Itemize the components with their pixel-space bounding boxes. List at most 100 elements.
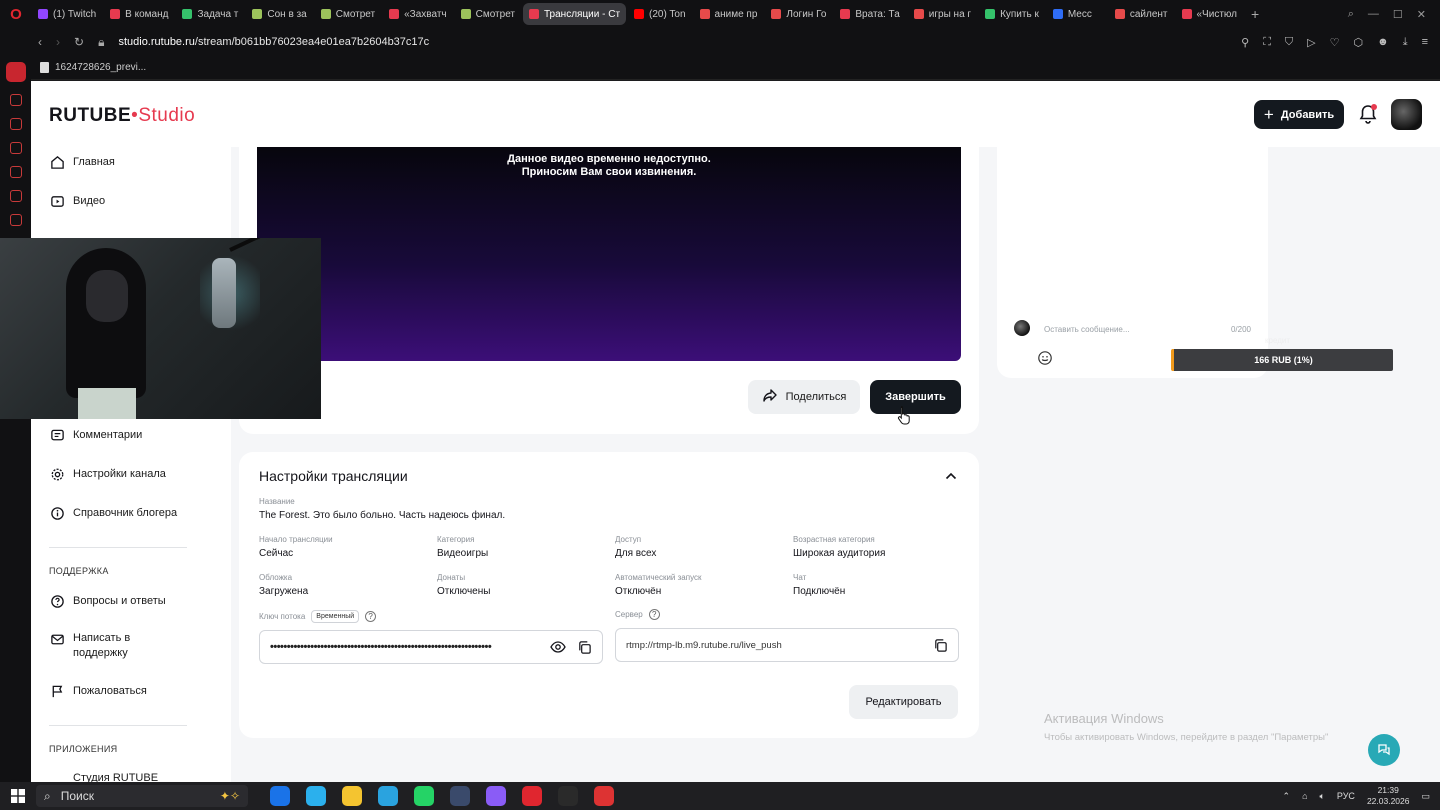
taskbar-app-icon[interactable] (450, 786, 470, 806)
tab-favicon-icon (252, 9, 263, 19)
taskbar-app-icon[interactable] (342, 786, 362, 806)
player-icon[interactable]: ▷ (1307, 36, 1315, 49)
reload-icon[interactable]: ↻ (74, 35, 84, 49)
activation-text: Чтобы активировать Windows, перейдите в … (1044, 732, 1329, 743)
sidebar-app-icon[interactable] (9, 190, 22, 202)
browser-tab[interactable]: «Захватч (383, 3, 453, 25)
back-icon[interactable]: ‹ (38, 35, 42, 49)
heart-icon[interactable]: ♡ (1330, 36, 1340, 49)
tab-favicon-icon (1114, 9, 1125, 19)
opera-logo-icon[interactable]: O (0, 0, 32, 28)
taskbar-app-icon[interactable] (270, 786, 290, 806)
sidebar-item-video[interactable]: Видео (49, 193, 105, 209)
taskbar-app-icon[interactable] (594, 786, 614, 806)
copy-icon[interactable] (932, 637, 948, 653)
sidebar-item-app-studio[interactable]: Студия RUTUBE (49, 772, 158, 782)
taskbar-app-icon[interactable] (522, 786, 542, 806)
sidebar-item-report[interactable]: Пожаловаться (49, 683, 147, 699)
bookmark-item[interactable]: 1624728626_previ... (55, 62, 146, 73)
pin-icon[interactable]: ⚲ (1241, 36, 1249, 49)
search-tabs-icon[interactable]: ⌕ (1348, 8, 1354, 21)
close-window-icon[interactable]: ✕ (1417, 8, 1426, 21)
sidebar-item-comments[interactable]: Комментарии (49, 427, 142, 443)
sidebar-app-icon[interactable] (9, 94, 22, 106)
field-value: Для всех (615, 548, 657, 559)
sidebar-app-icon[interactable] (9, 142, 22, 154)
mail-icon (49, 631, 65, 647)
url-field[interactable]: studio.rutube.ru/stream/b061bb76023ea4e0… (118, 36, 429, 48)
browser-tab[interactable]: Месс (1047, 3, 1107, 25)
stream-key-field[interactable]: ••••••••••••••••••••••••••••••••••••••••… (259, 630, 603, 664)
streamer-shirt (78, 388, 136, 419)
profile-icon[interactable]: ☻ (1377, 36, 1389, 49)
clock[interactable]: 21:39 22.03.2026 (1367, 785, 1410, 807)
network-icon[interactable]: ⌂ (1302, 791, 1307, 801)
home-icon[interactable] (5, 62, 26, 82)
add-button[interactable]: + Добавить (1254, 100, 1344, 129)
browser-tab[interactable]: Сон в за (246, 3, 312, 25)
server-url-field[interactable]: rtmp://rtmp-lb.m9.rutube.ru/live_push (615, 628, 959, 662)
video-player[interactable]: Данное видео временно недоступно. Принос… (257, 147, 961, 361)
sidebar-app-icon[interactable] (9, 118, 22, 130)
browser-tab[interactable]: аниме пр (694, 3, 764, 25)
clock-time: 21:39 (1377, 785, 1399, 795)
maximize-icon[interactable]: ☐ (1393, 8, 1403, 21)
browser-tab[interactable]: Врата: Та (834, 3, 905, 25)
sidebar-item-blogger-help[interactable]: Справочник блогера (49, 505, 177, 521)
browser-tab[interactable]: Задача т (176, 3, 244, 25)
taskbar-search[interactable]: ⌕ Поиск ✦✧ (36, 785, 248, 807)
eye-icon[interactable] (550, 639, 566, 655)
sidebar-item-faq[interactable]: Вопросы и ответы (49, 593, 166, 609)
browser-tab[interactable]: (1) Twitch (32, 3, 102, 25)
browser-tab[interactable]: сайлент (1109, 3, 1174, 25)
field-name: Название The Forest. Это было больно. Ча… (259, 497, 505, 521)
copy-icon[interactable] (576, 639, 592, 655)
browser-tab[interactable]: «Чистюл (1176, 3, 1244, 25)
forward-icon[interactable]: › (56, 35, 60, 49)
volume-icon[interactable]: 🔈︎ (1320, 791, 1325, 802)
taskbar-app-icon[interactable] (414, 786, 434, 806)
rutube-studio-logo[interactable]: RUTUBE•Studio (49, 105, 195, 127)
shield-icon[interactable]: ⛉ (1285, 36, 1293, 49)
sidebar-item-home[interactable]: Главная (49, 154, 115, 170)
download-icon[interactable]: ⤓ (1403, 36, 1408, 49)
browser-tab[interactable]: Логин Го (765, 3, 832, 25)
chevron-up-icon[interactable] (943, 468, 959, 484)
taskbar-app-icon[interactable] (378, 786, 398, 806)
finish-stream-button[interactable]: Завершить (870, 380, 961, 414)
tab-label: Трансляции - Ст (544, 8, 621, 20)
help-question-icon[interactable]: ? (648, 609, 660, 620)
taskbar-apps (270, 786, 614, 806)
snapshot-icon[interactable]: ⛶ (1263, 36, 1271, 49)
minimize-icon[interactable]: — (1368, 8, 1379, 21)
taskbar-app-icon[interactable] (306, 786, 326, 806)
chat-message-input[interactable]: Оставить сообщение... 0/200 (1038, 319, 1257, 339)
help-question-icon[interactable]: ? (365, 611, 377, 622)
emoji-icon[interactable] (1037, 350, 1053, 366)
extensions-icon[interactable]: ⬡ (1354, 36, 1364, 49)
taskbar-app-icon[interactable] (486, 786, 506, 806)
edit-button[interactable]: Редактировать (849, 685, 958, 719)
browser-tab[interactable]: В команд (104, 3, 174, 25)
browser-tab[interactable]: Смотрет (455, 3, 521, 25)
notifications-bell-icon[interactable] (1358, 103, 1378, 125)
avatar[interactable] (1391, 99, 1422, 130)
notification-center-icon[interactable]: ▭ (1421, 791, 1430, 802)
browser-tab[interactable]: (20) Ton (628, 3, 692, 25)
sidebar-item-channel-settings[interactable]: Настройки канала (49, 466, 166, 482)
browser-tab[interactable]: Купить к (979, 3, 1045, 25)
menu-icon[interactable]: ≡ (1422, 36, 1428, 49)
chevron-up-icon[interactable]: ⌃ (1283, 791, 1291, 802)
new-tab-button[interactable]: + (1243, 6, 1267, 22)
share-button[interactable]: Поделиться (748, 380, 860, 414)
browser-tab[interactable]: Смотрет (315, 3, 381, 25)
browser-tab[interactable]: игры на г (908, 3, 977, 25)
support-chat-button[interactable] (1368, 734, 1400, 766)
language-indicator[interactable]: РУС (1337, 791, 1355, 801)
taskbar-app-icon[interactable] (558, 786, 578, 806)
windows-start-icon[interactable] (0, 789, 36, 803)
browser-tab[interactable]: Трансляции - Ст (523, 3, 627, 25)
sidebar-app-icon[interactable] (9, 214, 22, 226)
sidebar-item-write-support[interactable]: Написать в поддержку (49, 631, 149, 661)
sidebar-app-icon[interactable] (9, 166, 22, 178)
